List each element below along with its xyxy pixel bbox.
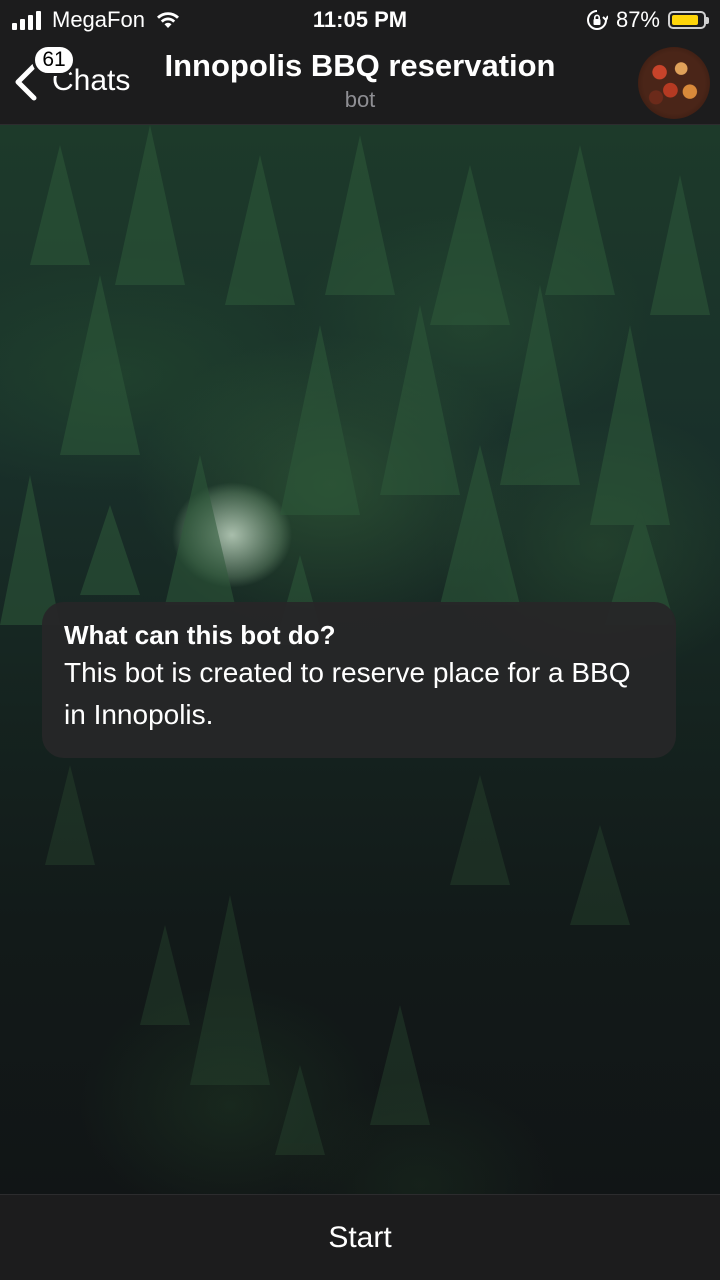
bot-avatar[interactable] bbox=[638, 47, 710, 119]
bot-info-description: This bot is created to reserve place for… bbox=[64, 657, 631, 730]
battery-fill bbox=[672, 15, 699, 25]
battery-icon bbox=[668, 11, 709, 29]
status-right: 87% bbox=[586, 7, 709, 33]
chat-title[interactable]: Innopolis BBQ reservation bbox=[0, 48, 720, 84]
navigation-bar: Chats 61 Innopolis BBQ reservation bot bbox=[0, 40, 720, 125]
battery-percent: 87% bbox=[615, 7, 660, 32]
rotation-lock-icon bbox=[586, 10, 608, 30]
status-bar: MegaFon 11:05 PM 87% bbox=[0, 0, 720, 40]
start-button[interactable]: Start bbox=[0, 1195, 720, 1280]
bottom-bar: Start bbox=[0, 1194, 720, 1280]
chat-screen: MegaFon 11:05 PM 87% Chats 61 Innopolis … bbox=[0, 0, 720, 1280]
bot-info-title: What can this bot do? bbox=[64, 620, 336, 650]
bot-info-bubble: What can this bot do? This bot is create… bbox=[42, 602, 676, 758]
chat-subtitle: bot bbox=[344, 87, 376, 112]
